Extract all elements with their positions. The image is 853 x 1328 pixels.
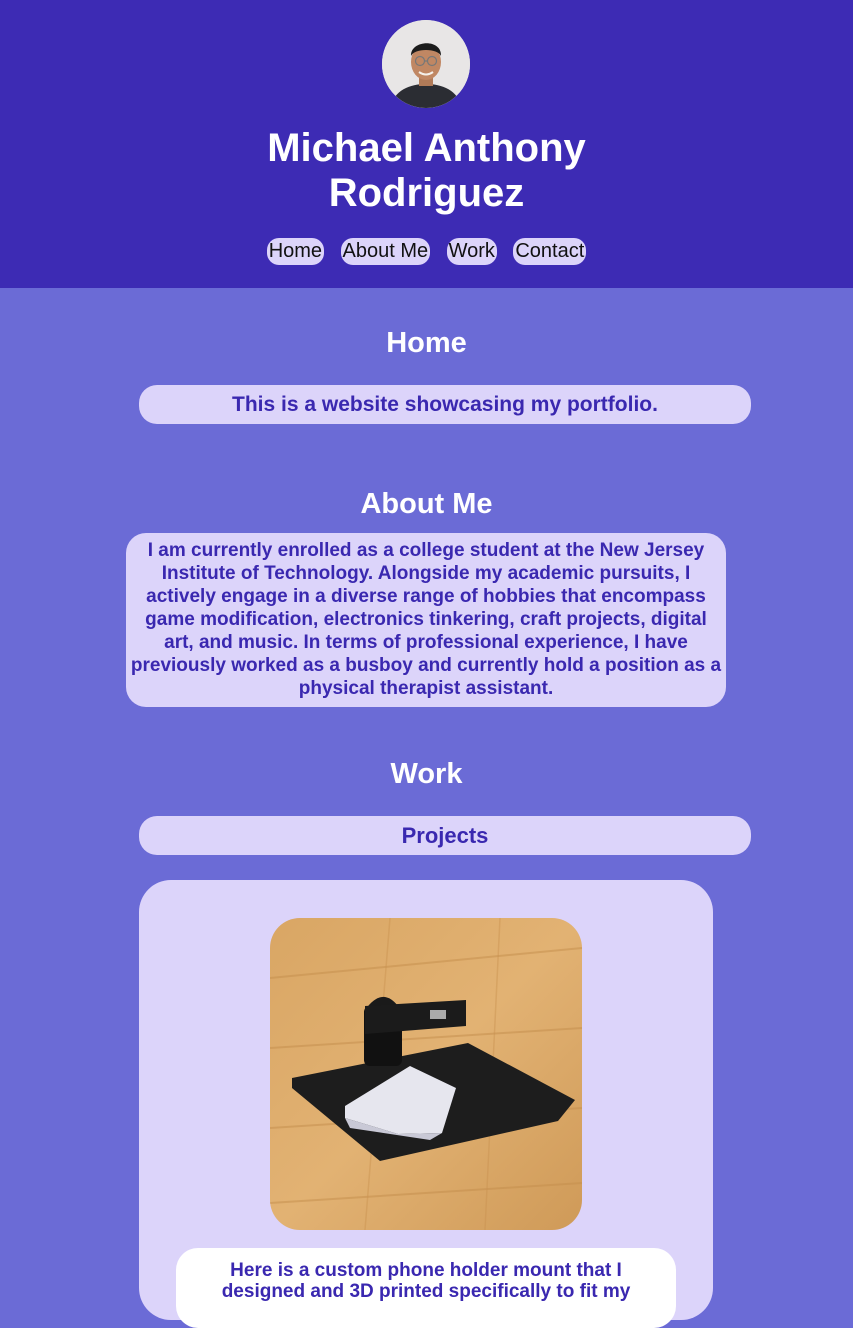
main-nav: Home About Me Work Contact [0, 238, 853, 265]
site-title-line2: Rodriguez [328, 171, 525, 215]
site-header: Michael Anthony Rodriguez Home About Me … [0, 0, 853, 288]
projects-heading: Projects [139, 816, 751, 855]
nav-link-about-me[interactable]: About Me [340, 238, 431, 265]
profile-avatar [382, 20, 470, 108]
home-tagline: This is a website showcasing my portfoli… [139, 385, 751, 424]
project-description: Here is a custom phone holder mount that… [176, 1248, 676, 1328]
work-section-title: Work [390, 758, 463, 790]
nav-link-work[interactable]: Work [446, 238, 497, 265]
nav-link-home[interactable]: Home [266, 238, 325, 265]
project-photo [270, 918, 582, 1230]
about-section-title: About Me [360, 488, 493, 520]
site-title-line1: Michael Anthony [267, 126, 586, 170]
about-text: I am currently enrolled as a college stu… [126, 533, 726, 707]
nav-link-contact[interactable]: Contact [513, 238, 587, 265]
home-section-title: Home [386, 327, 467, 359]
site-title: Michael Anthony Rodriguez [0, 126, 853, 216]
